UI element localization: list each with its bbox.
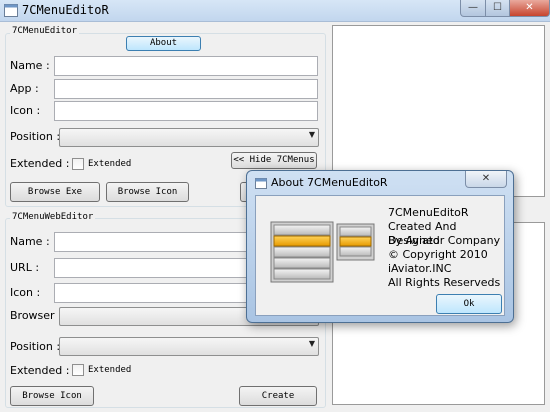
name-input[interactable] [54, 56, 318, 76]
web-editor-group-label: 7CMenuWebEditor [10, 212, 96, 222]
about-button[interactable]: About [126, 36, 201, 51]
url-label: URL : [10, 261, 40, 274]
extended-label: Extended : [10, 157, 70, 170]
chevron-down-icon: ▼ [308, 130, 315, 139]
web-extended-checkbox[interactable] [72, 364, 84, 376]
close-button[interactable]: ✕ [509, 0, 550, 17]
window-icon [255, 178, 267, 189]
about-dialog-body: 7CMenuEditoR Created And Designed By Avi… [255, 195, 505, 316]
about-line-5: iAviator.INC [388, 262, 452, 275]
maximize-button[interactable]: ☐ [485, 0, 510, 17]
web-position-label: Position : [10, 340, 61, 353]
extended-checkbox[interactable] [72, 158, 84, 170]
browser-label: Browser : [10, 309, 62, 322]
icon-label: Icon : [10, 104, 41, 117]
window-title: 7CMenuEditoR [22, 3, 109, 17]
web-extended-label: Extended : [10, 364, 70, 377]
about-line-3: By Aviator Company [388, 234, 501, 247]
about-close-button[interactable]: ✕ [465, 171, 507, 188]
name-label: Name : [10, 59, 50, 72]
menu-logo-icon [270, 221, 375, 283]
about-line-6: All Rights Reserveds [388, 276, 501, 289]
position-label: Position : [10, 130, 61, 143]
icon-input[interactable] [54, 101, 318, 121]
menu-editor-group-label: 7CMenuEditor [10, 26, 80, 36]
web-extended-checkbox-label: Extended [88, 365, 132, 375]
about-dialog-title: About 7CMenuEditoR [271, 176, 388, 189]
window-icon [4, 4, 18, 17]
web-name-label: Name : [10, 235, 50, 248]
browse-icon-button[interactable]: Browse Icon [106, 182, 189, 202]
create-button[interactable]: Create [239, 386, 317, 406]
chevron-down-icon: ▼ [308, 339, 315, 348]
extended-checkbox-label: Extended [88, 159, 132, 169]
minimize-button[interactable]: — [460, 0, 486, 17]
hide-7cmenus-button[interactable]: << Hide 7CMenus [231, 152, 317, 169]
position-select[interactable]: ▼ [59, 128, 319, 147]
about-dialog: About 7CMenuEditoR ✕ 7CMenuEditoR Create… [246, 170, 514, 323]
app-label: App : [10, 82, 39, 95]
app-input[interactable] [54, 79, 318, 99]
ok-button[interactable]: Ok [436, 294, 502, 314]
web-browse-icon-button[interactable]: Browse Icon [10, 386, 94, 406]
about-line-1: 7CMenuEditoR [388, 206, 469, 219]
web-position-select[interactable]: ▼ [59, 337, 319, 356]
web-icon-label: Icon : [10, 286, 41, 299]
browse-exe-button[interactable]: Browse Exe [10, 182, 100, 202]
about-line-4: © Copyright 2010 [388, 248, 488, 261]
